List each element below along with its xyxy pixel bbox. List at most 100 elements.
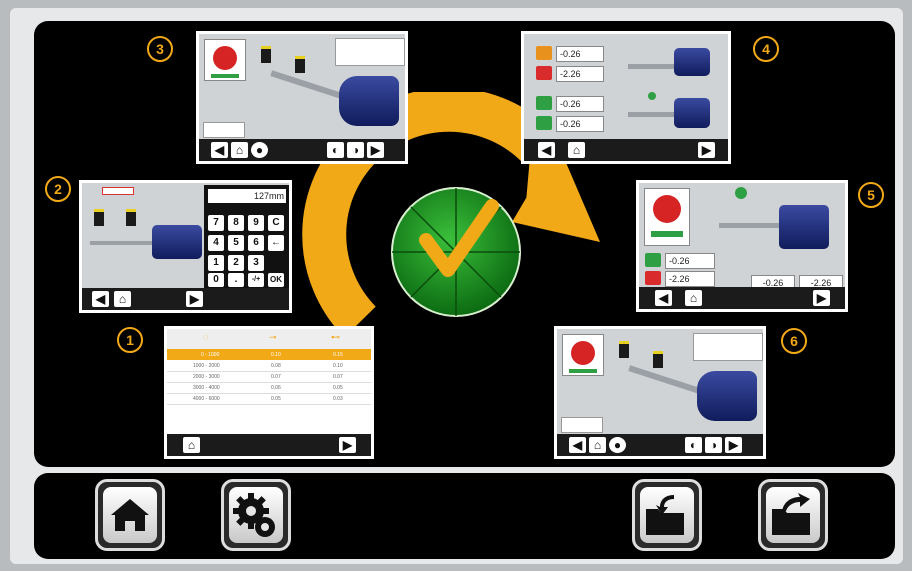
status-chip	[645, 271, 661, 285]
motor	[779, 205, 829, 249]
home-icon[interactable]: ⌂	[231, 142, 248, 158]
sensor-m-icon	[126, 209, 136, 226]
sensor-s-icon	[94, 209, 104, 226]
step-badge-6: 6	[781, 328, 807, 354]
home-icon[interactable]: ⌂	[685, 290, 702, 306]
next-button[interactable]: ▶	[813, 290, 830, 306]
motor	[674, 98, 710, 128]
key-ok[interactable]: OK	[268, 273, 284, 287]
key-8[interactable]: 8	[228, 215, 244, 231]
status-chip	[536, 116, 552, 130]
table-row[interactable]: 0 - 1000 0.10 0.15	[167, 349, 371, 360]
success-check-icon	[391, 187, 521, 317]
home-icon[interactable]: ⌂	[589, 437, 606, 453]
value-grid	[335, 38, 405, 66]
reading-offset: -2.26	[665, 271, 715, 287]
key-backspace[interactable]: ←	[268, 235, 284, 251]
home-icon[interactable]: ⌂	[568, 142, 585, 158]
next-button[interactable]: ▶	[186, 291, 203, 307]
step-4-screen[interactable]: -0.26 -2.26 -0.26 -0.26 ◀ ⌂ ▶	[521, 31, 731, 164]
home-icon	[111, 499, 149, 531]
reading-2: -2.26	[556, 66, 604, 82]
step-badge-3: 3	[147, 36, 173, 62]
home-button[interactable]	[95, 479, 165, 551]
step-2-screen[interactable]: 127mm 7 8 9 C 4 5 6 ← 1 2 3 0 . -/+ OK ◀…	[79, 180, 292, 313]
step-badge-5: 5	[858, 182, 884, 208]
next-button[interactable]: ▶	[339, 437, 356, 453]
status-chip	[536, 46, 552, 60]
open-file-button[interactable]	[632, 479, 702, 551]
toolbar: ◀ ⌂ ▶	[524, 139, 728, 161]
back-button[interactable]: ◀	[655, 290, 672, 306]
step-badge-4: 4	[753, 36, 779, 62]
next-button[interactable]: ▶	[725, 437, 742, 453]
ok-indicator-icon	[648, 92, 656, 100]
key-2[interactable]: 2	[228, 255, 244, 271]
folder-open-icon	[646, 495, 684, 535]
back-button[interactable]: ◀	[569, 437, 586, 453]
home-icon[interactable]: ⌂	[114, 291, 131, 307]
key-decimal[interactable]: .	[228, 273, 244, 287]
back-button[interactable]: ◀	[92, 291, 109, 307]
motor	[674, 48, 710, 76]
motor	[339, 76, 399, 126]
tool-icon-2[interactable]: ◑	[347, 142, 364, 158]
dimension-tag	[102, 187, 134, 195]
key-1[interactable]: 1	[208, 255, 224, 271]
motor	[697, 371, 757, 421]
step-badge-1: 1	[117, 327, 143, 353]
status-chip	[536, 96, 552, 110]
rpm-icon: ◌	[203, 332, 209, 342]
tool-icon-2[interactable]: ◑	[705, 437, 722, 453]
sm-readout	[561, 417, 603, 433]
keypad-display: 127mm	[208, 189, 286, 203]
compass-dial	[204, 39, 246, 81]
key-7[interactable]: 7	[208, 215, 224, 231]
reading-angular: -0.26	[665, 253, 715, 269]
record-icon[interactable]: ●	[609, 437, 626, 453]
tool-icon[interactable]: ◐	[327, 142, 344, 158]
step-6-screen[interactable]: ◀ ⌂ ● ◐ ◑ ▶	[554, 326, 766, 459]
key-9[interactable]: 9	[248, 215, 264, 231]
sensor-m-icon	[295, 56, 305, 73]
key-3[interactable]: 3	[248, 255, 264, 271]
compass-dial	[644, 188, 690, 246]
angle-icon: ⊷	[331, 332, 340, 342]
back-button[interactable]: ◀	[211, 142, 228, 158]
key-sign[interactable]: -/+	[248, 273, 264, 287]
sm-readout	[203, 122, 245, 138]
key-4[interactable]: 4	[208, 235, 224, 251]
toolbar: ◀ ⌂ ● ◐ ◑ ▶	[557, 434, 763, 456]
step-3-screen[interactable]: ◀ ⌂ ● ◐ ◑ ▶	[196, 31, 408, 164]
key-clear[interactable]: C	[268, 215, 284, 231]
step-5-screen[interactable]: -0.26 -2.26 -0.26 -2.26 ◀ ⌂ ▶	[636, 180, 848, 312]
toolbar: ◀ ⌂ ▶	[639, 287, 845, 309]
reading-1: -0.26	[556, 46, 604, 62]
next-button[interactable]: ▶	[367, 142, 384, 158]
tool-icon[interactable]: ◐	[685, 437, 702, 453]
step-1-screen[interactable]: ◌ ⊸ ⊷ 0 - 1000 0.10 0.15 1000 - 2000 0.0…	[164, 326, 374, 459]
next-button[interactable]: ▶	[698, 142, 715, 158]
record-icon[interactable]: ●	[251, 142, 268, 158]
home-icon[interactable]: ⌂	[183, 437, 200, 453]
reading-4: -0.26	[556, 116, 604, 132]
ok-indicator-icon	[735, 187, 747, 199]
back-button[interactable]: ◀	[538, 142, 555, 158]
table-row[interactable]: 4000 - 6000 0.05 0.03	[167, 393, 371, 405]
save-file-button[interactable]	[758, 479, 828, 551]
toolbar: ◀ ⌂ ▶	[82, 288, 289, 310]
keypad: 127mm 7 8 9 C 4 5 6 ← 1 2 3 0 . -/+ OK	[204, 185, 289, 289]
key-5[interactable]: 5	[228, 235, 244, 251]
offset-icon: ⊸	[269, 332, 277, 342]
motor	[152, 225, 202, 259]
status-chip	[536, 66, 552, 80]
value-grid	[693, 333, 763, 361]
reading-3: -0.26	[556, 96, 604, 112]
key-0[interactable]: 0	[208, 273, 224, 287]
settings-button[interactable]	[221, 479, 291, 551]
table-header: ◌ ⊸ ⊷	[167, 329, 371, 349]
folder-export-icon	[772, 493, 810, 535]
sensor-s-icon	[619, 341, 629, 358]
key-6[interactable]: 6	[248, 235, 264, 251]
step-badge-2: 2	[45, 176, 71, 202]
